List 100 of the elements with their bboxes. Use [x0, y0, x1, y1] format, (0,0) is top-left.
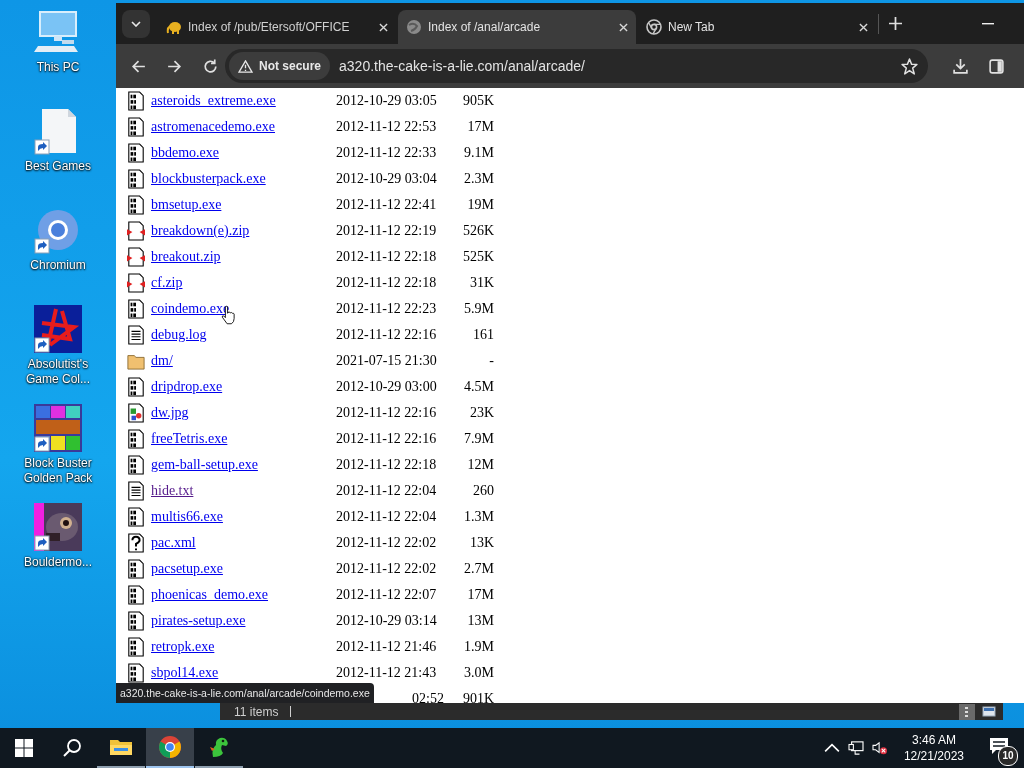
file-link[interactable]: coindemo.exe — [151, 301, 230, 316]
size-text: 2.7M — [463, 561, 494, 577]
muted-speaker-icon[interactable] — [871, 741, 888, 755]
link-status-tooltip: a320.the-cake-is-a-lie.com/anal/arcade/coindemo.exe — [116, 683, 374, 703]
file-link[interactable]: asteroids_extreme.exe — [151, 93, 276, 108]
date-text: 2012-11-12 21:46 — [336, 639, 438, 655]
date-text: 2012-11-12 22:41 — [336, 197, 438, 213]
size-text: 525K — [461, 249, 494, 265]
date-text: 2012-11-12 22:02 — [336, 535, 438, 551]
clock[interactable]: 3:46 AM 12/21/2023 — [895, 732, 972, 764]
item-count-text: 11 items — [234, 704, 279, 719]
file-link[interactable]: phoenicas_demo.exe — [151, 587, 268, 602]
game-icon[interactable] — [34, 305, 82, 353]
file-link[interactable]: breakout.zip — [151, 249, 221, 264]
file-link[interactable]: cf.zip — [151, 275, 183, 290]
size-text: 7.9M — [463, 431, 494, 447]
file-link[interactable]: freeTetris.exe — [151, 431, 228, 446]
close-icon[interactable] — [619, 22, 628, 32]
size-text: 905K — [461, 93, 494, 109]
taskbar-app-button[interactable] — [146, 728, 194, 768]
close-icon[interactable] — [379, 22, 388, 32]
size-text: 2.3M — [463, 171, 494, 187]
archive-file-icon — [127, 221, 145, 241]
download-icon[interactable] — [952, 57, 969, 75]
file-link[interactable]: breakdown(e).zip — [151, 223, 250, 238]
file-link[interactable]: pac.xml — [151, 535, 196, 550]
tiles-view-icon[interactable] — [981, 703, 997, 720]
network-icon[interactable] — [847, 741, 864, 755]
file-link[interactable]: dripdrop.exe — [151, 379, 223, 394]
image-file-icon — [127, 403, 145, 423]
warning-icon — [238, 59, 253, 73]
date-text: 2012-11-12 22:16 — [336, 327, 438, 343]
file-link[interactable]: astromenacedemo.exe — [151, 119, 275, 134]
date-text: 2012-11-12 22:04 — [336, 509, 438, 525]
file-link[interactable]: pirates-setup.exe — [151, 613, 246, 628]
date-text: 2012-11-12 22:18 — [336, 275, 438, 291]
bookmark-star-icon[interactable] — [901, 57, 918, 75]
chevron-up-icon[interactable] — [823, 741, 840, 755]
desktop-icon-label: Bouldermo... — [22, 555, 93, 570]
date-text: 2012-11-12 22:53 — [336, 119, 438, 135]
file-link[interactable]: blockbusterpack.exe — [151, 171, 266, 186]
file-link[interactable]: sbpol14.exe — [151, 665, 219, 680]
url-text: a320.the-cake-is-a-lie.com/anal/arcade/ — [339, 58, 585, 74]
binary-file-icon — [127, 429, 145, 449]
size-text: 1.3M — [463, 509, 494, 525]
file-link[interactable]: dw.jpg — [151, 405, 189, 420]
desktop-icon-label: Chromium — [29, 258, 87, 273]
details-view-icon[interactable] — [959, 703, 975, 720]
file-link[interactable]: retropk.exe — [151, 639, 215, 654]
dragon-icon — [207, 735, 231, 759]
file-link[interactable]: gem-ball-setup.exe — [151, 457, 258, 472]
side-panel-icon[interactable] — [988, 57, 1005, 75]
size-text: 1.9M — [463, 639, 494, 655]
date-text: 2012-11-12 22:18 — [336, 249, 438, 265]
reload-icon[interactable] — [202, 57, 219, 75]
game-icon[interactable] — [34, 404, 82, 452]
date-text: 2012-11-12 22:19 — [336, 223, 438, 239]
not-secure-chip[interactable]: Not secure — [229, 52, 331, 80]
tab-search-button[interactable] — [122, 9, 150, 38]
file-link[interactable]: bbdemo.exe — [151, 145, 220, 160]
date-text: 2012-11-12 22:04 — [336, 483, 438, 499]
binary-file-icon — [127, 91, 145, 111]
globe-icon — [406, 19, 422, 35]
notifications-button[interactable]: 10 — [980, 728, 1020, 768]
browser-tab[interactable]: New Tab — [638, 10, 876, 44]
date-text: 2012-10-29 03:04 — [336, 171, 438, 187]
browser-tab[interactable]: Index of /pub/Etersoft/OFFICE — [158, 10, 396, 44]
size-text: 19M — [466, 197, 494, 213]
date-text: 2012-10-29 03:00 — [336, 379, 438, 395]
desktop-icon-label: This PC — [35, 60, 81, 75]
size-text: 12M — [466, 457, 494, 473]
size-text: 901K — [461, 691, 494, 703]
binary-file-icon — [127, 455, 145, 475]
date-text: 2012-10-29 03:05 — [336, 93, 438, 109]
file-link[interactable]: dm/ — [151, 353, 173, 368]
size-text: 161 — [472, 327, 494, 343]
size-text: 13K — [468, 535, 494, 551]
file-link[interactable]: multis66.exe — [151, 509, 223, 524]
file-link[interactable]: hide.txt — [151, 483, 194, 498]
browser-tab[interactable]: Index of /anal/arcade — [398, 10, 636, 44]
search-icon — [62, 738, 82, 758]
date-text: 2012-11-12 22:16 — [336, 431, 438, 447]
size-text: 17M — [466, 587, 494, 603]
date-text: 2012-11-12 22:02 — [336, 561, 438, 577]
size-text: 9.1M — [463, 145, 494, 161]
game-icon[interactable] — [34, 503, 82, 551]
file-link[interactable]: bmsetup.exe — [151, 197, 222, 212]
binary-file-icon — [127, 507, 145, 527]
close-icon[interactable] — [859, 22, 868, 32]
size-text: 31K — [468, 275, 494, 291]
desktop-icon-label: Block Buster Golden Pack — [22, 456, 94, 486]
file-link[interactable]: pacsetup.exe — [151, 561, 223, 576]
minimize-icon[interactable] — [982, 22, 994, 25]
address-bar[interactable]: Not secure a320.the-cake-is-a-lie.com/anal/arcade/ — [225, 49, 928, 83]
date-text: 2012-11-12 22:16 — [336, 405, 438, 421]
new-tab-icon[interactable] — [889, 17, 902, 30]
size-text: - — [488, 353, 494, 369]
size-text: 526K — [461, 223, 494, 239]
file-link[interactable]: debug.log — [151, 327, 207, 342]
chrome-icon — [158, 735, 182, 759]
